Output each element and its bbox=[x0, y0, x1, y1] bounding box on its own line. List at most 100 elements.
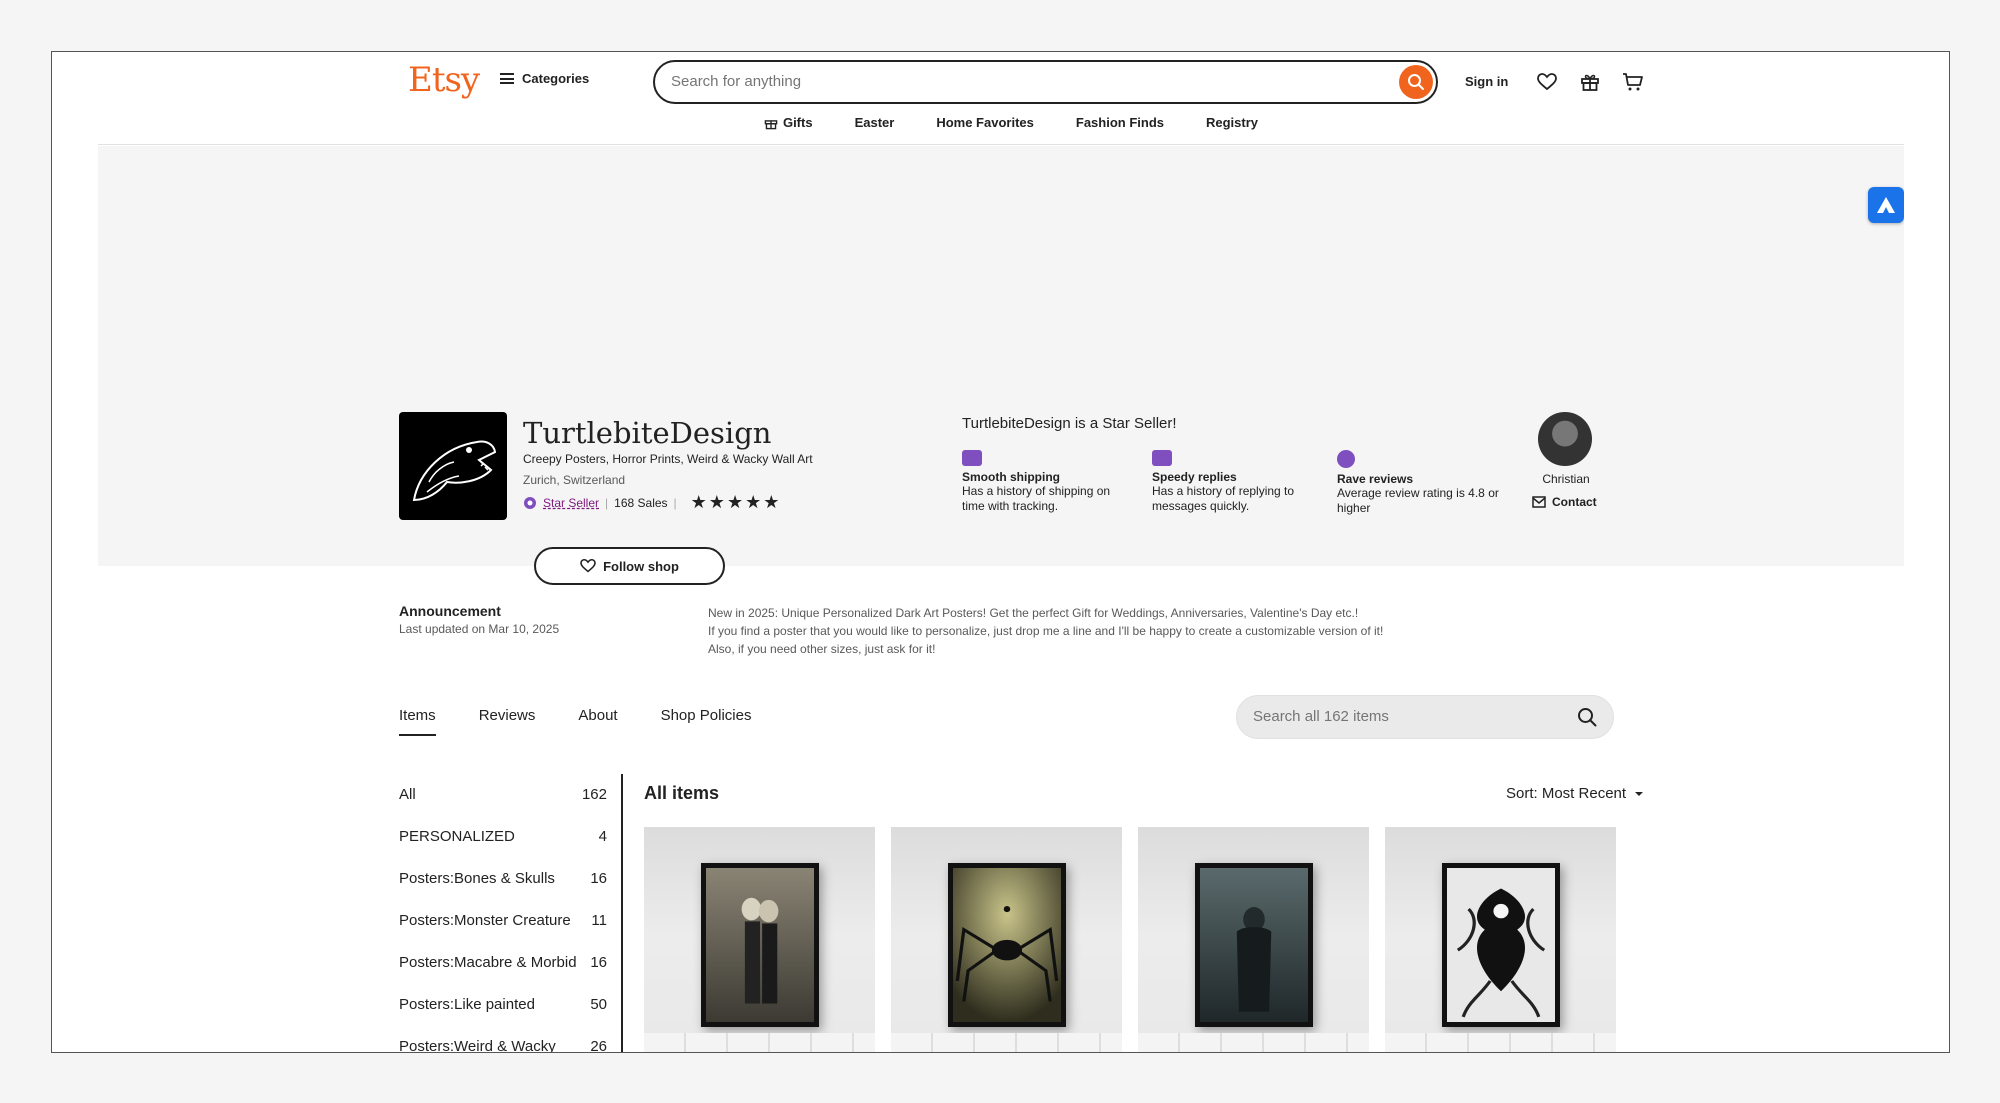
floor-decor bbox=[891, 1033, 1122, 1052]
feature-rave-reviews: Rave reviews Average review rating is 4.… bbox=[1337, 450, 1507, 516]
section-name: Posters:Like painted bbox=[399, 996, 535, 1013]
etsy-logo[interactable]: Etsy bbox=[408, 60, 480, 100]
search-icon[interactable] bbox=[1577, 707, 1597, 727]
announcement-text: New in 2025: Unique Personalized Dark Ar… bbox=[708, 604, 1383, 658]
heart-icon bbox=[580, 559, 596, 573]
search-icon bbox=[1408, 74, 1424, 90]
section-item-like-painted[interactable]: Posters:Like painted 50 bbox=[399, 992, 621, 1034]
categories-button[interactable]: Categories bbox=[500, 71, 589, 86]
listing-card[interactable] bbox=[644, 827, 875, 1052]
follow-shop-button[interactable]: Follow shop bbox=[534, 547, 725, 585]
section-name: Posters:Monster Creature bbox=[399, 912, 571, 929]
section-count: 11 bbox=[591, 912, 607, 929]
listing-image bbox=[948, 863, 1066, 1027]
turtle-logo-icon bbox=[412, 440, 497, 502]
shop-tagline: Creepy Posters, Horror Prints, Weird & W… bbox=[523, 452, 813, 466]
announcement-title: Announcement bbox=[399, 603, 501, 619]
tab-items[interactable]: Items bbox=[399, 707, 436, 736]
nav-easter[interactable]: Easter bbox=[855, 115, 895, 130]
contact-button[interactable]: Contact bbox=[1532, 495, 1597, 509]
announcement-line: New in 2025: Unique Personalized Dark Ar… bbox=[708, 606, 1359, 620]
section-name: Posters:Bones & Skulls bbox=[399, 870, 555, 887]
section-name: Posters:Weird & Wacky bbox=[399, 1038, 556, 1053]
star-seller-badge-icon bbox=[524, 496, 536, 509]
feature-desc: Has a history of shipping on time with t… bbox=[962, 484, 1111, 513]
feature-title: Smooth shipping bbox=[962, 470, 1060, 484]
listing-grid bbox=[644, 827, 1616, 1052]
categories-label: Categories bbox=[522, 71, 590, 86]
announcement-line: Also, if you need other sizes, just ask … bbox=[708, 642, 936, 656]
section-divider bbox=[621, 774, 623, 1052]
nav-gifts[interactable]: Gifts bbox=[764, 115, 813, 130]
search-input[interactable] bbox=[671, 73, 1371, 90]
listing-heading: All items bbox=[644, 783, 720, 803]
etsy-shop-page: Etsy Categories Sign in Gifts Easter bbox=[98, 52, 1904, 1053]
sign-in-link[interactable]: Sign in bbox=[1465, 74, 1508, 89]
owner-avatar[interactable] bbox=[1538, 412, 1592, 466]
listing-image bbox=[1195, 863, 1313, 1027]
star-seller-link[interactable]: Star Seller bbox=[543, 496, 599, 510]
shop-item-search bbox=[1236, 695, 1614, 739]
feature-title: Rave reviews bbox=[1337, 472, 1414, 486]
announcement-line: If you find a poster that you would like… bbox=[708, 624, 1384, 638]
section-list: All 162 PERSONALIZED 4 Posters:Bones & Sku… bbox=[399, 782, 621, 1053]
nav-registry[interactable]: Registry bbox=[1206, 115, 1258, 130]
extension-icon[interactable] bbox=[1868, 187, 1904, 223]
star-icon: ★ bbox=[726, 492, 744, 512]
star-icon: ★ bbox=[690, 492, 707, 512]
section-item-monster-creature[interactable]: Posters:Monster Creature 11 bbox=[399, 908, 621, 950]
divider: | bbox=[673, 495, 677, 510]
nav-gifts-label: Gifts bbox=[782, 115, 813, 130]
listing-card[interactable] bbox=[891, 827, 1122, 1052]
truck-icon bbox=[962, 450, 982, 466]
section-item-bones-skulls[interactable]: Posters:Bones & Skulls 16 bbox=[399, 866, 621, 908]
site-search bbox=[653, 60, 1438, 104]
listing-image bbox=[1442, 863, 1560, 1027]
section-name: PERSONALIZED bbox=[399, 828, 515, 845]
tab-reviews[interactable]: Reviews bbox=[479, 707, 536, 736]
gift-icon[interactable] bbox=[1577, 69, 1603, 95]
section-name: Posters:Macabre & Morbid bbox=[399, 954, 577, 971]
cart-icon[interactable] bbox=[1620, 69, 1646, 95]
envelope-icon bbox=[1152, 450, 1172, 466]
shop-logo bbox=[399, 412, 507, 520]
menu-icon bbox=[500, 73, 514, 84]
sort-dropdown[interactable]: Sort: Most Recent bbox=[1506, 785, 1644, 802]
nav-home-favorites[interactable]: Home Favorites bbox=[936, 115, 1034, 130]
section-count: 4 bbox=[598, 828, 607, 845]
section-count: 26 bbox=[590, 1038, 607, 1053]
section-item-weird-wacky[interactable]: Posters:Weird & Wacky 26 bbox=[399, 1034, 621, 1053]
star-badge-icon bbox=[1337, 450, 1355, 468]
section-count: 162 bbox=[581, 786, 607, 803]
shop-name: TurtlebiteDesign bbox=[523, 416, 772, 450]
caret-down-icon bbox=[1635, 791, 1644, 796]
section-item-personalized[interactable]: PERSONALIZED 4 bbox=[399, 824, 621, 866]
listing-card[interactable] bbox=[1385, 827, 1616, 1052]
section-count: 16 bbox=[590, 870, 607, 887]
listing-card[interactable] bbox=[1138, 827, 1369, 1052]
listing-image bbox=[701, 863, 819, 1027]
gift-icon bbox=[764, 119, 778, 129]
tab-about[interactable]: About bbox=[578, 707, 617, 736]
feature-title: Speedy replies bbox=[1152, 470, 1237, 484]
browser-viewport: Etsy Categories Sign in Gifts Easter bbox=[51, 51, 1950, 1053]
search-button[interactable] bbox=[1399, 65, 1433, 99]
announcement-date: Last updated on Mar 10, 2025 bbox=[399, 622, 560, 636]
star-icon: ★ bbox=[745, 492, 762, 512]
floor-decor bbox=[1385, 1033, 1616, 1052]
favorites-heart-icon[interactable] bbox=[1534, 69, 1560, 95]
tab-shop-policies[interactable]: Shop Policies bbox=[661, 707, 752, 736]
owner-name: Christian bbox=[1542, 472, 1590, 486]
feature-desc: Has a history of replying to messages qu… bbox=[1152, 484, 1295, 513]
section-name: All bbox=[399, 786, 416, 803]
item-search-input[interactable] bbox=[1253, 708, 1553, 725]
nav-fashion-finds[interactable]: Fashion Finds bbox=[1076, 115, 1164, 130]
section-item-all[interactable]: All 162 bbox=[399, 782, 621, 824]
shop-tabs: Items Reviews About Shop Policies bbox=[399, 707, 751, 736]
section-count: 16 bbox=[590, 954, 607, 971]
star-icon: ★ bbox=[708, 492, 725, 512]
rating-stars[interactable]: ★ ★ ★ ★ ★ bbox=[691, 492, 780, 513]
floor-decor bbox=[1138, 1033, 1369, 1052]
sales-count: 168 Sales bbox=[614, 495, 668, 510]
section-item-macabre-morbid[interactable]: Posters:Macabre & Morbid 16 bbox=[399, 950, 621, 992]
